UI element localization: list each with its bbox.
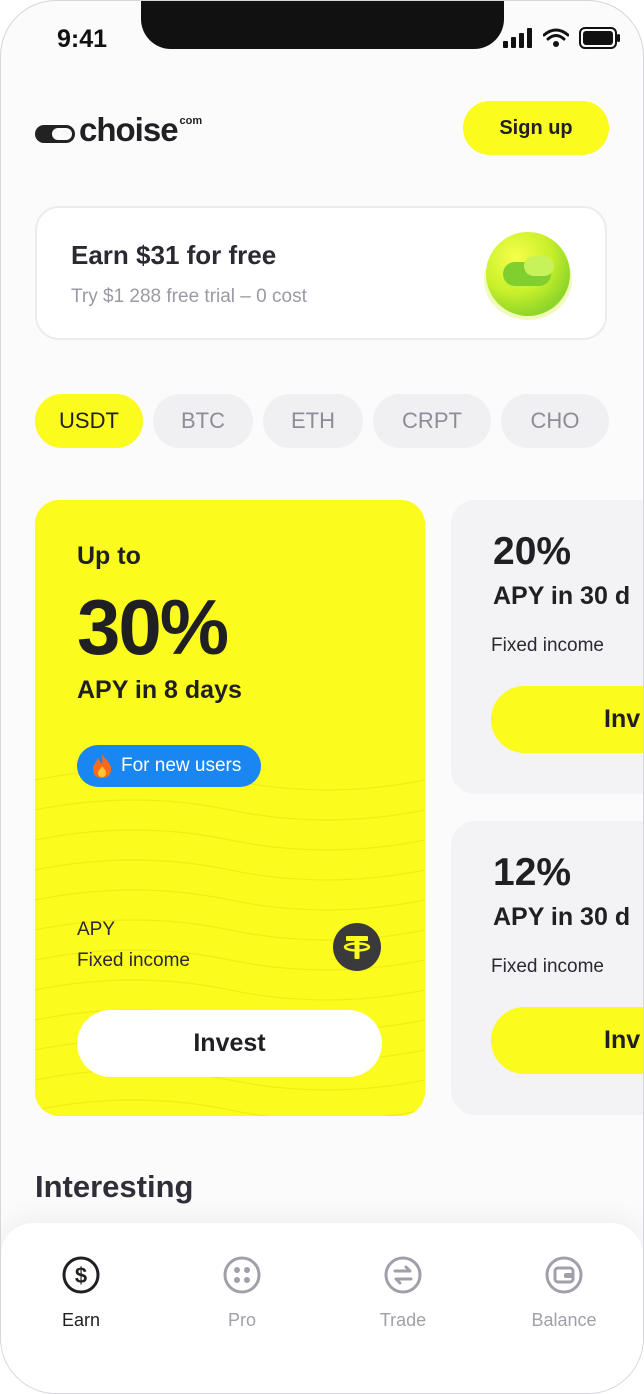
promo-title: Earn $31 for free	[71, 240, 277, 270]
grid-icon	[223, 1256, 261, 1294]
invest-button[interactable]: Inv	[491, 686, 643, 753]
currency-tabs: USDT BTC ETH CRPT CHO	[35, 394, 609, 448]
new-users-badge: For new users	[77, 745, 262, 787]
promo-banner[interactable]: Earn $31 for free Try $1 288 free trial …	[35, 206, 607, 340]
tab-cho[interactable]: CHO	[501, 394, 609, 448]
nav-label: Earn	[61, 1310, 101, 1330]
offer-card-3[interactable]: 12% APY in 30 d Fixed income Inv	[451, 821, 643, 1115]
offer-percent: 20%	[493, 530, 572, 573]
offer-income-label: Fixed income	[491, 635, 604, 656]
invest-button[interactable]: Inv	[491, 1007, 643, 1074]
status-time: 9:41	[57, 25, 108, 53]
section-title-interesting: Interesting	[35, 1169, 194, 1204]
offer-apy-text: APY in 30 d	[493, 903, 631, 931]
status-icons	[503, 27, 621, 49]
nav-label: Trade	[379, 1310, 427, 1330]
dollar-icon: $	[62, 1256, 100, 1294]
signal-icon	[503, 28, 532, 48]
offer-percent: 12%	[493, 851, 572, 894]
bottom-nav: $ Earn Pro Trade Balance	[1, 1223, 643, 1393]
offer-card-2[interactable]: 20% APY in 30 d Fixed income Inv	[451, 500, 643, 794]
sign-up-button[interactable]: Sign up	[463, 101, 609, 155]
offer-apy-text: APY in 8 days	[77, 676, 242, 704]
nav-item-balance[interactable]: Balance	[514, 1255, 614, 1331]
exchange-icon	[384, 1256, 422, 1294]
battery-icon	[579, 27, 620, 49]
logo-text: choise	[79, 111, 179, 148]
choise-logo[interactable]: choise com	[35, 111, 202, 149]
nav-item-earn[interactable]: $ Earn	[31, 1255, 131, 1331]
notch	[141, 1, 504, 49]
wallet-icon	[545, 1256, 583, 1294]
logo-mark-icon	[35, 125, 75, 143]
svg-text:$: $	[75, 1263, 87, 1288]
tether-icon	[333, 923, 381, 971]
nav-label: Pro	[227, 1310, 256, 1330]
offer-label-income: Fixed income	[77, 950, 190, 971]
badge-label: For new users	[121, 755, 242, 776]
wifi-icon	[543, 28, 569, 47]
tab-eth[interactable]: ETH	[263, 394, 363, 448]
tab-btc[interactable]: BTC	[153, 394, 253, 448]
offer-income-label: Fixed income	[491, 956, 604, 977]
phone-frame: 9:41 choise com Sign up Earn $31 for fre…	[0, 0, 644, 1394]
nav-label: Balance	[531, 1310, 597, 1330]
fire-icon	[93, 754, 111, 778]
offer-percent: 30%	[77, 583, 229, 671]
offer-card-main[interactable]: Up to 30% APY in 8 days For new users AP…	[35, 500, 425, 1116]
tab-crpt[interactable]: CRPT	[373, 394, 491, 448]
nav-item-trade[interactable]: Trade	[353, 1255, 453, 1331]
nav-item-pro[interactable]: Pro	[192, 1255, 292, 1331]
promo-subtitle: Try $1 288 free trial – 0 cost	[71, 286, 307, 307]
logo-suffix: com	[179, 115, 203, 127]
invest-button[interactable]: Invest	[77, 1010, 382, 1077]
offer-prefix: Up to	[77, 542, 141, 570]
offer-apy-text: APY in 30 d	[493, 582, 631, 610]
tab-usdt[interactable]: USDT	[35, 394, 143, 448]
coin-toggle-icon	[484, 232, 572, 320]
offer-label-apy: APY	[77, 919, 116, 940]
